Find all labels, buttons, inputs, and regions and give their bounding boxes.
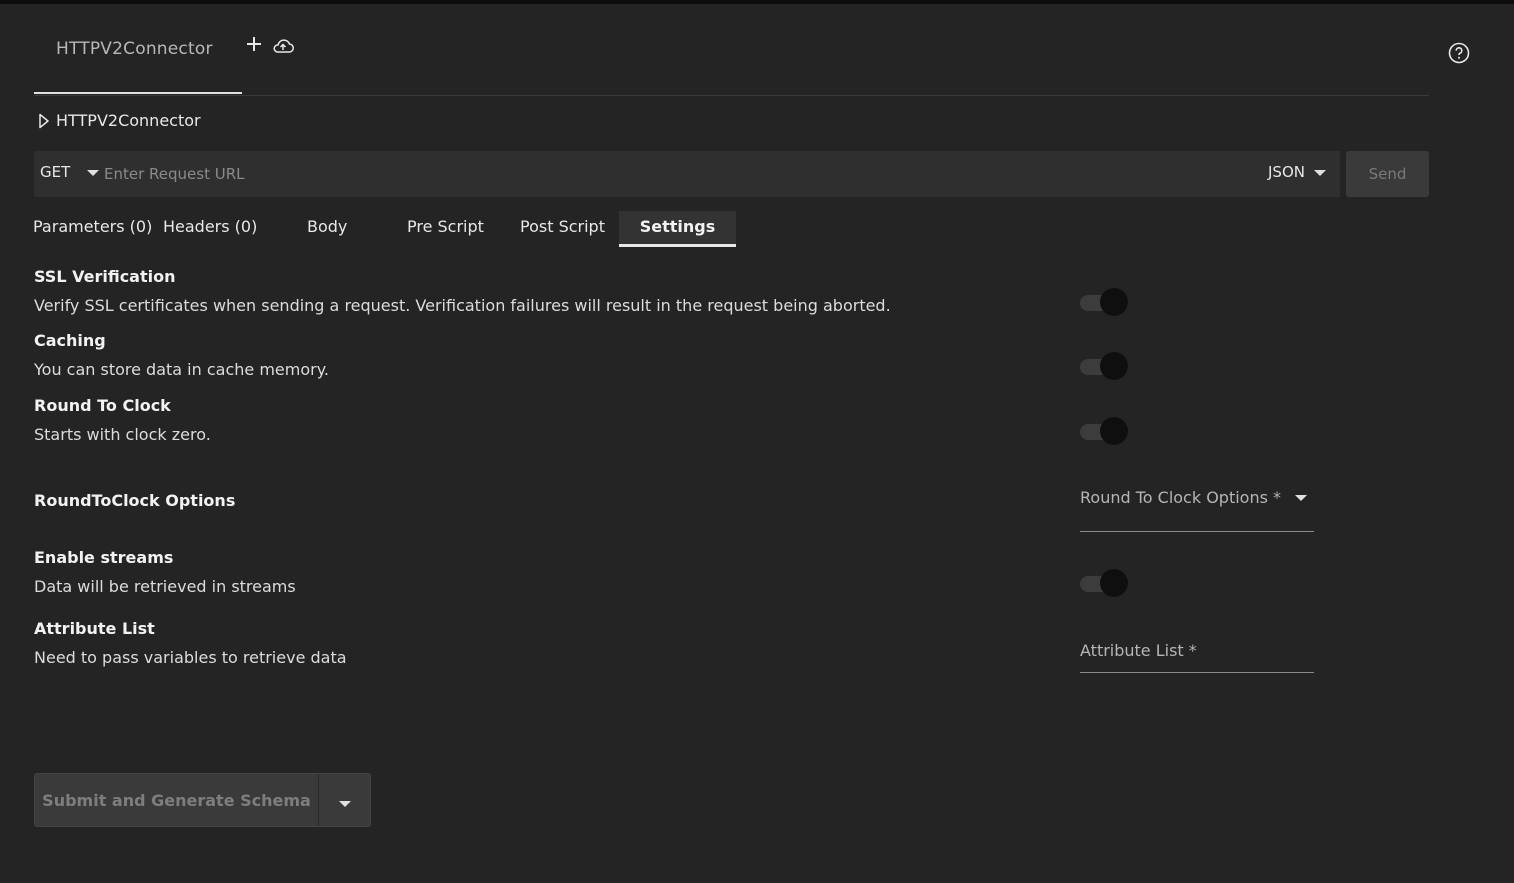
help-circle-icon[interactable] (1448, 42, 1470, 64)
ssl-verification-toggle[interactable] (1080, 288, 1128, 316)
format-select[interactable]: JSON (1268, 163, 1305, 181)
connector-tab[interactable]: HTTPV2Connector (34, 22, 242, 94)
attribute-list-title: Attribute List (34, 619, 155, 638)
ssl-verification-title: SSL Verification (34, 267, 176, 286)
caching-description: You can store data in cache memory. (34, 360, 329, 379)
tab-settings-label: Settings (639, 217, 716, 236)
submit-split-button: Submit and Generate Schema (34, 773, 371, 827)
tab-post-script[interactable]: Post Script (520, 217, 605, 236)
round-to-clock-toggle[interactable] (1080, 417, 1128, 445)
cloud-upload-icon[interactable] (272, 38, 294, 54)
round-to-clock-title: Round To Clock (34, 396, 171, 415)
connector-tab-label: HTTPV2Connector (56, 39, 213, 59)
caching-toggle[interactable] (1080, 352, 1128, 380)
round-to-clock-description: Starts with clock zero. (34, 425, 211, 444)
attribute-list-label: Attribute List * (1080, 641, 1197, 660)
window-top-border (0, 0, 1514, 4)
chevron-down-icon[interactable] (1295, 495, 1307, 501)
tab-settings[interactable]: Settings (619, 211, 736, 247)
url-input[interactable] (100, 159, 1240, 189)
caching-title: Caching (34, 331, 106, 350)
send-button[interactable]: Send (1346, 151, 1429, 197)
method-select[interactable]: GET (40, 163, 70, 181)
enable-streams-title: Enable streams (34, 548, 174, 567)
chevron-down-icon[interactable] (87, 170, 99, 176)
connector-tab-strip: HTTPV2Connector (34, 22, 1429, 96)
enable-streams-toggle[interactable] (1080, 569, 1128, 597)
plus-icon[interactable] (246, 36, 262, 52)
submit-generate-schema-button[interactable]: Submit and Generate Schema (35, 774, 318, 826)
ssl-verification-description: Verify SSL certificates when sending a r… (34, 296, 891, 315)
tab-headers[interactable]: Headers (0) (163, 217, 257, 236)
tab-parameters[interactable]: Parameters (0) (33, 217, 152, 236)
round-options-select[interactable]: Round To Clock Options * (1080, 484, 1314, 532)
chevron-down-icon[interactable] (1314, 170, 1326, 176)
round-options-title: RoundToClock Options (34, 491, 236, 510)
chevron-down-icon (339, 801, 351, 807)
submit-options-button[interactable] (319, 774, 371, 826)
play-outline-icon (39, 113, 49, 128)
request-bar: GET JSON (34, 151, 1340, 197)
enable-streams-description: Data will be retrieved in streams (34, 577, 296, 596)
tab-body[interactable]: Body (307, 217, 347, 236)
round-options-label: Round To Clock Options * (1080, 488, 1282, 507)
attribute-list-input[interactable]: Attribute List * (1080, 637, 1314, 673)
breadcrumb[interactable]: HTTPV2Connector (38, 111, 201, 130)
attribute-list-description: Need to pass variables to retrieve data (34, 648, 347, 667)
breadcrumb-label: HTTPV2Connector (56, 111, 201, 130)
tab-pre-script[interactable]: Pre Script (407, 217, 484, 236)
